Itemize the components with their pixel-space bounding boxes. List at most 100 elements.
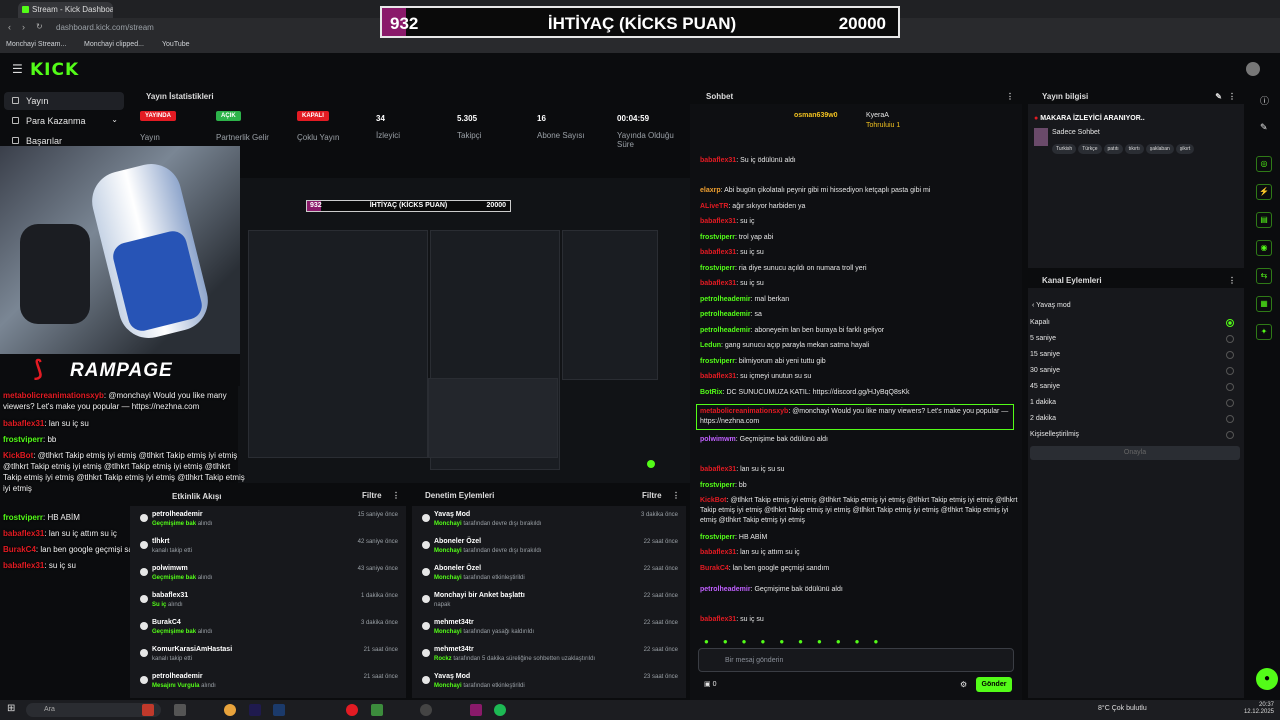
slow-mode-option[interactable]: 30 saniye — [1030, 367, 1240, 375]
list-item[interactable]: tlhkrt kanalı takip etti 42 saniye önce — [130, 535, 406, 561]
slow-mode-back[interactable]: ‹ Yavaş mod — [1032, 302, 1071, 309]
chat-message[interactable]: babaflex31: su iç su — [700, 279, 1020, 289]
chat-message[interactable]: babaflex31: su iç — [700, 217, 1020, 227]
stream-tag[interactable]: Turkish — [1052, 144, 1077, 154]
chat-message[interactable]: metabolicreanimationsxyb: @monchayi Woul… — [696, 404, 1014, 430]
chat-message[interactable]: ALiveTR: ağır sıkıyor harbiden ya — [700, 202, 1020, 212]
chat-username[interactable]: frostviperr — [700, 482, 735, 489]
chat-message[interactable]: babaflex31: su iç su — [700, 615, 1020, 625]
more-icon[interactable]: ⋮ — [1228, 276, 1236, 285]
weather-widget[interactable]: 8°C Çok bulutlu — [1098, 705, 1147, 712]
chat-message[interactable]: petrolheademir: mal berkan — [700, 295, 1020, 305]
chat-message[interactable]: babaflex31: Su iç ödülünü aldı — [700, 156, 1020, 166]
chat-username[interactable]: babaflex31 — [700, 373, 736, 380]
chat-username[interactable]: petrolheademir — [700, 586, 751, 593]
taskbar-app-icon[interactable] — [249, 704, 261, 716]
chat-username[interactable]: petrolheademir — [700, 296, 751, 303]
chat-points[interactable]: ▣ 0 — [704, 680, 716, 688]
chat-message[interactable]: petrolheademir: sa — [700, 310, 1020, 320]
chrome-icon[interactable] — [224, 704, 236, 716]
reload-icon[interactable]: ↻ — [36, 22, 43, 31]
chat-message[interactable]: frostviperr: trol yap abi — [700, 233, 1020, 243]
forward-icon[interactable]: › — [22, 22, 25, 32]
activity-filter-button[interactable]: Filtre — [362, 491, 382, 500]
chat-input[interactable]: Bir mesaj gönderin — [698, 648, 1014, 672]
chat-username[interactable]: elaxrp — [700, 187, 721, 194]
radio-icon[interactable] — [1226, 367, 1234, 375]
info-icon[interactable]: ⓘ — [1260, 94, 1269, 107]
list-item[interactable]: polwimwm Geçmişime bak alındı 43 saniye ön… — [130, 562, 406, 588]
list-item[interactable]: Yavaş Mod Monchayi tarafından etkinleştir… — [412, 670, 686, 696]
slow-mode-option[interactable]: 45 saniye — [1030, 383, 1240, 391]
slow-mode-option[interactable]: 5 saniye — [1030, 335, 1240, 343]
edit-icon[interactable]: ✎ — [1215, 92, 1222, 101]
list-item[interactable]: BurakC4 Geçmişime bak alındı 3 dakika önce — [130, 616, 406, 642]
chat-message[interactable]: babaflex31: su içmeyi unutun su su — [700, 372, 1020, 382]
list-item[interactable]: Aboneler Özel Monchayi tarafından etkinle… — [412, 562, 686, 588]
slow-mode-option[interactable]: 2 dakika — [1030, 415, 1240, 423]
chat-message[interactable]: frostviperr: bb — [700, 481, 1020, 491]
list-item[interactable]: petrolheademir Mesajını Vurgula alındı 21 … — [130, 670, 406, 696]
chat-username[interactable]: frostviperr — [700, 234, 735, 241]
radio-icon[interactable] — [1226, 431, 1234, 439]
taskbar-app-icon[interactable] — [371, 704, 383, 716]
taskbar-search[interactable]: Ara — [26, 703, 161, 717]
chat-username[interactable]: frostviperr — [700, 358, 735, 365]
list-item[interactable]: mehmet34tr Monchayi tarafından yasağı kal… — [412, 616, 686, 642]
kick-logo[interactable]: KICK — [30, 60, 79, 80]
list-item[interactable]: Monchayi bir Anket başlattı napak 22 saat … — [412, 589, 686, 615]
list-item[interactable]: babaflex31 Su iç alındı 1 dakika önce — [130, 589, 406, 615]
edit-icon[interactable]: ✎ — [1260, 122, 1268, 133]
chat-message[interactable]: BotRix: DC SUNUCUMUZA KATIL: https://dis… — [700, 388, 1020, 398]
chat-message[interactable]: babaflex31: su iç su — [700, 248, 1020, 258]
back-icon[interactable]: ‹ — [8, 22, 11, 32]
chat-message[interactable]: frostviperr: ria diye sunucu açıldı on n… — [700, 264, 1020, 274]
more-icon[interactable]: ⋮ — [1006, 92, 1014, 101]
chat-username[interactable]: babaflex31 — [700, 466, 736, 473]
chat-message[interactable]: frostviperr: HB ABİM — [700, 533, 1020, 543]
top-user[interactable]: osman639w0 — [794, 112, 838, 119]
chat-username[interactable]: babaflex31 — [700, 157, 736, 164]
slow-mode-option[interactable]: Kapalı — [1030, 319, 1240, 327]
chat-username[interactable]: babaflex31 — [700, 549, 736, 556]
chat-username[interactable]: babaflex31 — [700, 249, 736, 256]
chat-username[interactable]: BurakC4 — [700, 565, 729, 572]
radio-icon[interactable] — [1226, 335, 1234, 343]
chat-username[interactable]: metabolicreanimationsxyb — [700, 408, 788, 415]
chat-message[interactable]: elaxrp: Abi bugün çikolatalı peynir gibi… — [700, 186, 1020, 196]
stream-category[interactable]: Sadece Sohbet — [1052, 129, 1100, 136]
taskbar-app-icon[interactable] — [420, 704, 432, 716]
chat-username[interactable]: KickBot — [700, 497, 726, 504]
rail-button[interactable]: ✦ — [1256, 324, 1272, 340]
stream-preview[interactable] — [238, 178, 690, 483]
more-icon[interactable]: ⋮ — [392, 491, 400, 500]
chat-username[interactable]: frostviperr — [700, 534, 735, 541]
more-icon[interactable]: ⋮ — [1228, 92, 1236, 101]
chat-message[interactable]: babaflex31: lan su iç su su — [700, 465, 1020, 475]
chat-username[interactable]: petrolheademir — [700, 327, 751, 334]
slow-mode-option[interactable]: 15 saniye — [1030, 351, 1240, 359]
chat-message[interactable]: petrolheademir: aboneyeim lan ben buraya… — [700, 326, 1020, 336]
taskbar-app-icon[interactable] — [273, 704, 285, 716]
top-user[interactable]: Tohruluiu 1 — [866, 122, 900, 129]
list-item[interactable]: mehmet34tr Rockz tarafından 5 dakika süre… — [412, 643, 686, 669]
rail-button[interactable]: ▤ — [1256, 212, 1272, 228]
chat-message[interactable]: polwimwm: Geçmişime bak ödülünü aldı — [700, 435, 1020, 445]
rail-button[interactable]: ⚡ — [1256, 184, 1272, 200]
chat-message[interactable]: BurakC4: lan ben google geçmişi sandım — [700, 564, 1020, 574]
chat-username[interactable]: babaflex31 — [700, 616, 736, 623]
slow-mode-option[interactable]: 1 dakika — [1030, 399, 1240, 407]
chat-username[interactable]: petrolheademir — [700, 311, 751, 318]
stream-tag[interactable]: şaklaban — [1145, 144, 1174, 154]
radio-icon[interactable] — [1226, 319, 1234, 327]
chat-bubble-icon[interactable]: ● — [1256, 668, 1278, 690]
address-bar[interactable]: dashboard.kick.com/stream — [56, 21, 386, 35]
chat-username[interactable]: polwimwm — [700, 436, 736, 443]
list-item[interactable]: petrolheademir Geçmişime bak alındı 15 san… — [130, 508, 406, 534]
emote-bar[interactable]: ●●●●●●●●●● — [704, 637, 1004, 647]
taskbar-app-icon[interactable] — [470, 704, 482, 716]
taskbar-app-icon[interactable] — [142, 704, 154, 716]
chat-username[interactable]: ALiveTR — [700, 203, 728, 210]
chat-message[interactable]: Ledun: gang sunucu açıp parayla mekan sa… — [700, 341, 1020, 351]
radio-icon[interactable] — [1226, 383, 1234, 391]
